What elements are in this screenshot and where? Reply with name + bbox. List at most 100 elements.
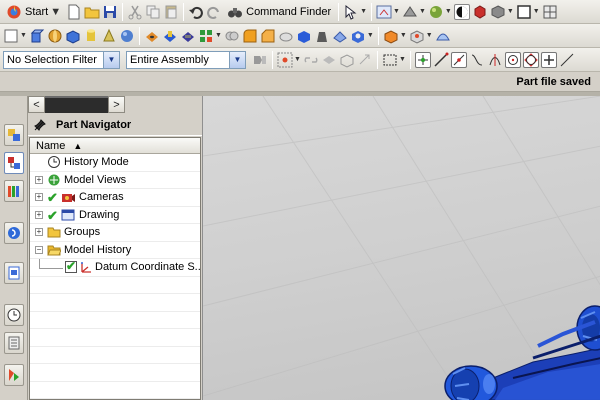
curve-snap-icon[interactable]	[469, 52, 485, 68]
paste-icon[interactable]	[163, 4, 179, 20]
selection-scope-dropdown[interactable]: Entire Assembly ▼	[126, 50, 246, 69]
tree-item-datum-csys[interactable]: ✔ Datum Coordinate S...	[30, 259, 200, 277]
part-navigator-tab[interactable]	[4, 152, 24, 174]
history-palette-tab[interactable]	[4, 262, 24, 284]
rectangle-select-icon[interactable]	[382, 52, 398, 68]
edge-blend-icon[interactable]	[242, 28, 258, 44]
checkbox[interactable]: ✔	[65, 259, 77, 273]
checkmark-icon[interactable]: ✔	[47, 190, 58, 206]
tree-item-model-views[interactable]: + Model Views	[30, 172, 200, 189]
expand-plus-icon[interactable]: +	[35, 175, 43, 184]
history-tab[interactable]	[4, 304, 24, 326]
tree-item-cameras[interactable]: + ✔ Cameras	[30, 189, 200, 207]
end-point-snap-icon[interactable]	[414, 51, 431, 68]
block-icon[interactable]	[65, 28, 81, 44]
expand-plus-icon[interactable]: +	[35, 228, 43, 237]
selection-tools-icon[interactable]	[343, 4, 359, 20]
chevron-down-icon[interactable]: ▼	[445, 8, 452, 15]
undo-icon[interactable]	[188, 4, 204, 20]
chevron-down-icon[interactable]: ▼	[419, 8, 426, 15]
cut-icon[interactable]	[127, 4, 143, 20]
offset-face-icon[interactable]	[332, 28, 348, 44]
snap-point-icon[interactable]	[277, 52, 293, 68]
select-bodies-icon[interactable]	[339, 52, 355, 68]
chevron-down-icon[interactable]: ▼	[426, 32, 433, 39]
solid-cube-icon[interactable]	[490, 4, 506, 20]
start-button[interactable]: Start ▼	[3, 2, 64, 22]
studio-render-icon[interactable]	[453, 3, 470, 20]
revolve-icon[interactable]	[47, 28, 63, 44]
material-icon[interactable]	[472, 4, 488, 20]
reuse-library-tab[interactable]	[4, 180, 24, 202]
line-snap-icon[interactable]	[433, 52, 449, 68]
new-file-icon[interactable]	[66, 4, 82, 20]
point-on-curve-snap-icon[interactable]	[559, 52, 575, 68]
tree-item-groups[interactable]: + Groups	[30, 224, 200, 242]
chevron-down-icon[interactable]: ▼	[367, 32, 374, 39]
scroll-left-button[interactable]: <	[28, 96, 45, 113]
chevron-down-icon[interactable]: ▼	[20, 32, 27, 39]
existing-point-snap-icon[interactable]	[540, 51, 557, 68]
role-tab[interactable]	[4, 364, 24, 386]
chevron-down-icon[interactable]: ▼	[507, 8, 514, 15]
select-components-icon[interactable]	[357, 52, 373, 68]
midpoint-snap-icon[interactable]	[450, 51, 467, 68]
checkmark-icon[interactable]: ✔	[47, 208, 58, 224]
view-triad-icon[interactable]	[376, 4, 392, 20]
select-features-icon[interactable]	[321, 52, 337, 68]
intersection-snap-icon[interactable]	[487, 52, 503, 68]
shell-icon[interactable]	[278, 28, 294, 44]
chevron-down-icon[interactable]: ▼	[215, 32, 222, 39]
command-finder-button[interactable]: Command Finder	[224, 2, 334, 22]
open-folder-icon[interactable]	[84, 4, 100, 20]
pattern-icon[interactable]	[198, 28, 214, 44]
synchronous-icon[interactable]	[383, 28, 399, 44]
pocket-icon[interactable]	[180, 28, 196, 44]
shaded-sphere-icon[interactable]	[428, 4, 444, 20]
type-filter-dropdown[interactable]: No Selection Filter ▼	[3, 50, 120, 69]
chain-select-icon[interactable]	[303, 52, 319, 68]
scroll-right-button[interactable]: >	[108, 96, 125, 113]
save-icon[interactable]	[102, 4, 118, 20]
chevron-down-icon[interactable]: ▼	[533, 8, 540, 15]
expand-plus-icon[interactable]: +	[35, 193, 43, 202]
chamfer-icon[interactable]	[260, 28, 276, 44]
tree-item-history-mode[interactable]: History Mode	[30, 154, 200, 172]
copy-icon[interactable]	[145, 4, 161, 20]
sphere-icon[interactable]	[119, 28, 135, 44]
system-materials-tab[interactable]	[4, 332, 24, 354]
sketch-icon[interactable]	[3, 28, 19, 44]
render-style-icon[interactable]	[402, 4, 418, 20]
chevron-down-icon[interactable]: ▼	[294, 56, 301, 63]
chevron-down-icon[interactable]: ▼	[360, 8, 367, 15]
chevron-down-icon[interactable]: ▼	[400, 32, 407, 39]
graphics-window[interactable]	[202, 96, 600, 400]
surface-icon[interactable]	[435, 28, 451, 44]
chevron-down-icon[interactable]: ▼	[399, 56, 406, 63]
arc-center-snap-icon[interactable]	[504, 51, 521, 68]
boss-icon[interactable]	[162, 28, 178, 44]
car-model[interactable]	[444, 305, 600, 400]
cone-icon[interactable]	[101, 28, 117, 44]
name-column-header[interactable]: Name ▲	[30, 138, 200, 154]
expand-plus-icon[interactable]: +	[35, 210, 43, 219]
general-selection-filter-icon[interactable]	[252, 52, 268, 68]
collapse-minus-icon[interactable]: −	[35, 245, 43, 254]
tree-item-drawing[interactable]: + ✔ Drawing	[30, 207, 200, 224]
trim-body-icon[interactable]	[296, 28, 312, 44]
chevron-down-icon[interactable]: ▼	[393, 8, 400, 15]
unite-icon[interactable]	[224, 28, 240, 44]
feature-ops-icon[interactable]	[409, 28, 425, 44]
hole-icon[interactable]	[144, 28, 160, 44]
redo-icon[interactable]	[206, 4, 222, 20]
web-browser-tab[interactable]	[4, 222, 24, 244]
cylinder-icon[interactable]	[83, 28, 99, 44]
mirror-icon[interactable]	[350, 28, 366, 44]
assembly-navigator-tab[interactable]	[4, 124, 24, 146]
pushpin-icon[interactable]	[32, 117, 48, 133]
extrude-icon[interactable]	[29, 28, 45, 44]
layout-grid-icon[interactable]	[542, 4, 558, 20]
tree-item-model-history[interactable]: − Model History	[30, 242, 200, 259]
quadrant-snap-icon[interactable]	[522, 51, 539, 68]
draft-icon[interactable]	[314, 28, 330, 44]
